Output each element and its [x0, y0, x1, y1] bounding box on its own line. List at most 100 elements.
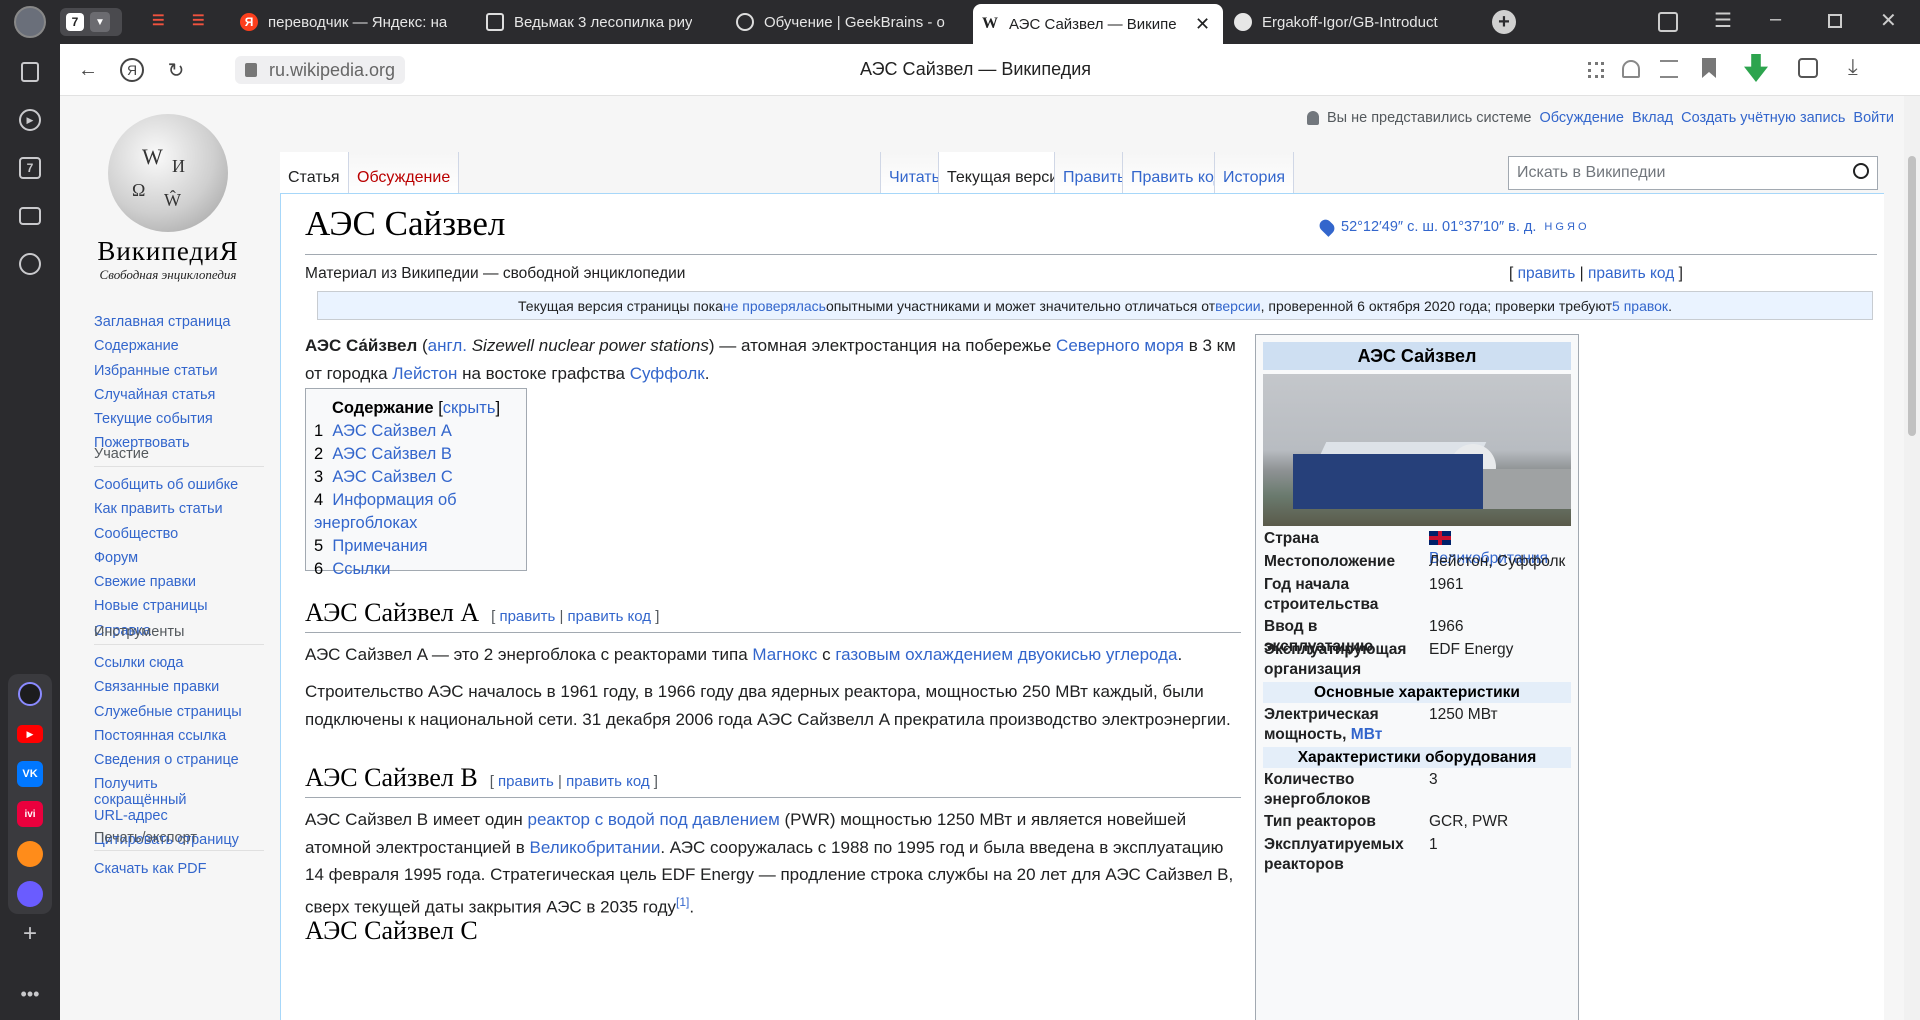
games-icon[interactable] — [16, 840, 44, 868]
yandex-home-button[interactable]: Я — [116, 54, 148, 86]
add-panel-icon[interactable]: + — [16, 920, 44, 948]
page-scrollbar[interactable] — [1904, 96, 1920, 1020]
coordinates-link[interactable]: 52°12′49″ с. ш. 01°37′10″ в. д. — [1341, 219, 1536, 235]
edit-link[interactable]: править — [498, 773, 554, 790]
scrollbar-thumb[interactable] — [1908, 156, 1916, 436]
edit-link[interactable]: править — [499, 608, 555, 625]
reactor-type-link[interactable]: GCR, PWR — [1429, 812, 1572, 832]
tab-talk[interactable]: Обсуждение — [348, 152, 460, 194]
create-account-link[interactable]: Создать учётную запись — [1681, 110, 1845, 126]
north-sea-link[interactable]: Северного моря — [1056, 336, 1184, 355]
notes-icon[interactable] — [1798, 58, 1818, 78]
toc-item[interactable]: 4 Информация об энергоблоках — [314, 489, 518, 535]
contributions-link[interactable]: Вклад — [1632, 110, 1673, 126]
gas-cooling-link[interactable]: газовым охлаждением двуокисью углерода — [835, 645, 1177, 664]
reference-link[interactable]: [1] — [676, 895, 689, 909]
edit-link[interactable]: править — [1518, 265, 1576, 282]
screenshot-icon[interactable] — [16, 202, 44, 230]
minimize-icon[interactable]: – — [1770, 8, 1781, 31]
nav-link[interactable]: Избранные статьи — [94, 359, 264, 383]
nav-link[interactable]: Форум — [94, 546, 264, 570]
close-icon[interactable]: ✕ — [1195, 14, 1210, 35]
nav-link[interactable]: Сообщить об ошибке — [94, 473, 264, 497]
youtube-icon[interactable]: ▶ — [16, 720, 44, 748]
tab-wikipedia[interactable]: W АЭС Сайзвел — Википе ✕ — [973, 4, 1223, 44]
nav-link[interactable]: Получить сокращённый URL-адрес — [94, 772, 214, 828]
headphones-icon[interactable] — [1622, 60, 1640, 78]
reader-icon[interactable] — [1660, 60, 1678, 78]
uk-link[interactable]: Великобритании — [529, 838, 660, 857]
power-station-photo[interactable] — [1263, 374, 1571, 526]
extensions-icon[interactable] — [1588, 62, 1604, 78]
bookmark-icon[interactable] — [1702, 58, 1716, 78]
pinned-tab-2[interactable]: ☰ — [192, 12, 212, 32]
tab-history[interactable]: История — [1214, 152, 1295, 194]
vk-icon[interactable]: VK — [16, 760, 44, 788]
nav-link[interactable]: Новые страницы — [94, 594, 264, 618]
tab-yandex-translate[interactable]: Я переводчик — Яндекс: на — [232, 4, 472, 40]
edit-source-link[interactable]: править код — [568, 608, 652, 625]
wikipedia-logo[interactable]: W И Ω Ŵ ВикипедиЯ Свободная энциклопедия — [88, 114, 248, 283]
toc-item[interactable]: 1 АЭС Сайзвел A — [314, 420, 518, 443]
toc-item[interactable]: 2 АЭС Сайзвел B — [314, 443, 518, 466]
tabs-panel-icon[interactable] — [16, 58, 44, 86]
nav-link[interactable]: Сведения о странице — [94, 748, 264, 772]
nav-link[interactable]: Свежие правки — [94, 570, 264, 594]
ivi-icon[interactable]: ivi — [16, 800, 44, 828]
pwr-link[interactable]: реактор с водой под давлением — [527, 810, 779, 829]
edit-source-link[interactable]: править код — [1588, 265, 1674, 282]
mw-link[interactable]: МВт — [1351, 726, 1383, 743]
search-input[interactable]: Искать в Википедии — [1508, 156, 1878, 190]
nav-link[interactable]: Содержание — [94, 334, 264, 358]
location-link[interactable]: Лейстон, Суффолк — [1429, 552, 1572, 572]
collections-icon[interactable] — [1658, 12, 1678, 32]
login-link[interactable]: Войти — [1853, 110, 1894, 126]
nav-link[interactable]: Сообщество — [94, 522, 264, 546]
toc-item[interactable]: 6 Ссылки — [314, 558, 518, 581]
history-icon[interactable] — [16, 250, 44, 278]
notice-link-unchecked[interactable]: не проверялась — [723, 298, 826, 314]
nav-link[interactable]: Скачать как PDF — [94, 857, 264, 881]
messenger-icon[interactable] — [16, 880, 44, 908]
reload-button[interactable]: ↻ — [160, 54, 192, 86]
nav-link[interactable]: Связанные правки — [94, 675, 264, 699]
operator-link[interactable]: EDF Energy — [1429, 640, 1572, 679]
nav-link[interactable]: Заглавная страница — [94, 310, 264, 334]
download-manager-icon[interactable] — [1744, 54, 1768, 82]
menu-icon[interactable]: ☰ — [1714, 8, 1732, 33]
leiston-link[interactable]: Лейстон — [392, 364, 457, 383]
lang-link[interactable]: англ. — [428, 336, 467, 355]
start-year-link[interactable]: 1961 — [1429, 575, 1572, 614]
tab-group-button[interactable]: 7 ▼ — [60, 8, 122, 36]
tab-article[interactable]: Статья — [280, 152, 348, 194]
more-icon[interactable]: ••• — [16, 980, 44, 1008]
suffolk-link[interactable]: Суффолк — [630, 364, 705, 383]
notice-link-edits[interactable]: 5 правок — [1612, 298, 1668, 314]
tab-witcher[interactable]: Ведьмак 3 лесопилка риу — [478, 4, 716, 40]
restore-icon[interactable] — [1828, 14, 1842, 28]
calendar-icon[interactable]: 7 — [16, 154, 44, 182]
nav-link[interactable]: Постоянная ссылка — [94, 724, 264, 748]
url-field[interactable]: ru.wikipedia.org — [235, 56, 406, 84]
search-icon[interactable] — [1853, 163, 1869, 179]
play-icon[interactable]: ▶ — [16, 106, 44, 134]
notice-link-version[interactable]: версии — [1215, 298, 1261, 314]
toc-item[interactable]: 3 АЭС Сайзвел C — [314, 466, 518, 489]
magnox-link[interactable]: Магнокс — [752, 645, 817, 664]
nav-link[interactable]: Случайная статья — [94, 383, 264, 407]
talk-link[interactable]: Обсуждение — [1539, 110, 1623, 126]
nav-link[interactable]: Текущие события — [94, 407, 264, 431]
new-tab-button[interactable]: + — [1492, 10, 1516, 34]
tab-github[interactable]: Ergakoff-Igor/GB-Introduct — [1226, 4, 1472, 40]
profile-avatar[interactable] — [14, 6, 46, 38]
nav-link[interactable]: Как править статьи — [94, 497, 264, 521]
nav-link[interactable]: Служебные страницы — [94, 700, 264, 724]
map-service-links[interactable]: H G Я O — [1544, 221, 1586, 233]
edit-source-link[interactable]: править код — [566, 773, 650, 790]
nav-link[interactable]: Ссылки сюда — [94, 651, 264, 675]
downloads-icon[interactable]: ⤓ — [1848, 54, 1858, 80]
pinned-tab-1[interactable]: ☰ — [152, 12, 172, 32]
back-button[interactable]: ← — [72, 54, 104, 86]
toc-item[interactable]: 5 Примечания — [314, 535, 518, 558]
tab-geekbrains[interactable]: Обучение | GeekBrains - о — [728, 4, 964, 40]
